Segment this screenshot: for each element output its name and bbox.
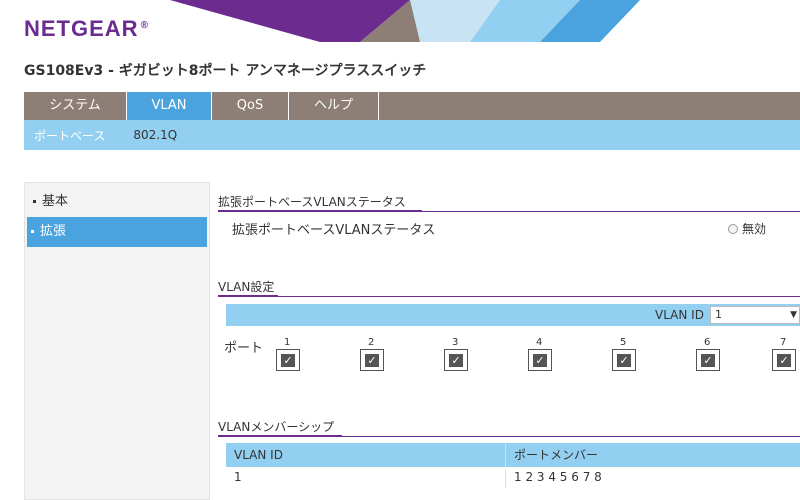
- section-title-underline: [218, 210, 422, 212]
- port-checkbox[interactable]: ✓: [772, 349, 796, 371]
- tab-help[interactable]: ヘルプ: [289, 92, 379, 120]
- sidebar-item-advanced[interactable]: 拡張: [27, 217, 207, 247]
- section-title-underline: [218, 435, 342, 437]
- port-2[interactable]: 2 ✓: [360, 337, 388, 371]
- header-banner-graphic: [170, 0, 640, 42]
- checkmark-icon: ✓: [617, 354, 631, 367]
- port-checkbox[interactable]: ✓: [444, 349, 468, 371]
- header: NETGEAR ® GS108Ev3 - ギガビット8ポート アンマネージプラスス…: [0, 0, 800, 88]
- port-checkbox[interactable]: ✓: [528, 349, 552, 371]
- section-title-underline: [218, 295, 278, 297]
- tab-vlan[interactable]: VLAN: [127, 92, 212, 120]
- status-row-label: 拡張ポートベースVLANステータス: [232, 223, 436, 238]
- checkmark-icon: ✓: [533, 354, 547, 367]
- port-label: ポート: [224, 341, 264, 356]
- cell-vlan-id: 1: [226, 470, 506, 488]
- device-title: GS108Ev3 - ギガビット8ポート アンマネージプラススイッチ: [24, 63, 427, 79]
- port-checkbox[interactable]: ✓: [696, 349, 720, 371]
- subtab-port-based[interactable]: ポートベース: [24, 127, 123, 144]
- radio-label: 無効: [742, 222, 767, 236]
- tab-system[interactable]: システム: [24, 92, 127, 120]
- port-checkbox[interactable]: ✓: [360, 349, 384, 371]
- sidebar-item-basic[interactable]: 基本: [25, 187, 209, 217]
- membership-title: VLANメンバーシップ: [218, 420, 335, 434]
- section-divider: [218, 296, 800, 297]
- checkmark-icon: ✓: [701, 354, 715, 367]
- column-header-port-members: ポートメンバー: [514, 448, 599, 462]
- column-header-vlan-id: VLAN ID: [226, 443, 506, 467]
- radio-button[interactable]: [728, 223, 738, 234]
- bullet-icon: [33, 200, 36, 203]
- sidebar: 基本 拡張: [24, 182, 210, 500]
- vlan-settings-title: VLAN設定: [218, 280, 275, 294]
- subtab-802-1q[interactable]: 802.1Q: [123, 128, 195, 142]
- checkmark-icon: ✓: [365, 354, 379, 367]
- netgear-logo[interactable]: NETGEAR ®: [24, 16, 149, 42]
- status-section-title: 拡張ポートベースVLANステータス: [218, 195, 406, 209]
- top-navigation: システム VLAN QoS ヘルプ: [24, 92, 800, 120]
- sub-navigation: ポートベース 802.1Q: [24, 120, 800, 150]
- vlan-id-select[interactable]: 1 ▼: [710, 306, 800, 324]
- cell-port-members: 1 2 3 4 5 6 7 8: [514, 470, 602, 484]
- checkmark-icon: ✓: [449, 354, 463, 367]
- port-6[interactable]: 6 ✓: [696, 337, 724, 371]
- tab-qos[interactable]: QoS: [212, 92, 289, 120]
- chevron-down-icon: ▼: [790, 310, 797, 320]
- port-checkbox[interactable]: ✓: [276, 349, 300, 371]
- port-checkbox[interactable]: ✓: [612, 349, 636, 371]
- vlan-id-label: VLAN ID: [655, 308, 704, 322]
- port-7[interactable]: 7 ✓: [772, 337, 800, 371]
- port-3[interactable]: 3 ✓: [444, 337, 472, 371]
- port-1[interactable]: 1 ✓: [276, 337, 304, 371]
- bullet-icon: [31, 230, 34, 233]
- disable-radio-option[interactable]: 無効: [728, 220, 766, 237]
- checkmark-icon: ✓: [281, 354, 295, 367]
- membership-table-header: VLAN ID ポートメンバー: [226, 443, 800, 467]
- table-row[interactable]: 1 1 2 3 4 5 6 7 8: [226, 470, 800, 488]
- checkmark-icon: ✓: [777, 354, 791, 367]
- port-4[interactable]: 4 ✓: [528, 337, 556, 371]
- port-5[interactable]: 5 ✓: [612, 337, 640, 371]
